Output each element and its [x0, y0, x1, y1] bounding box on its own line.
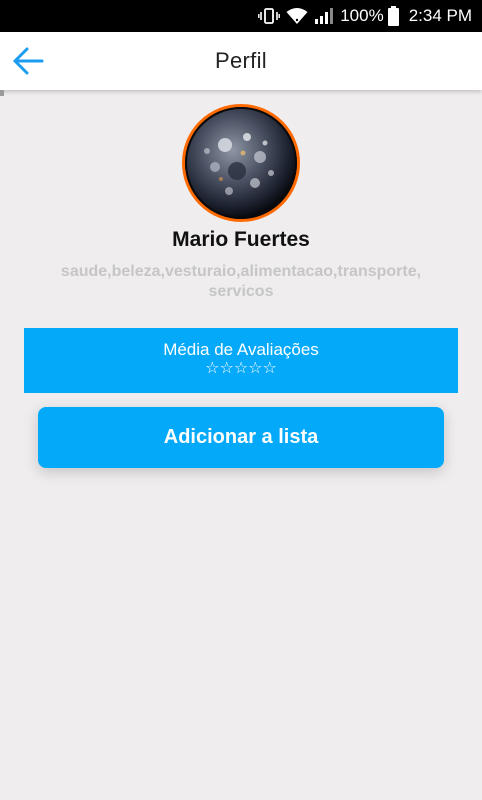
avatar[interactable]	[182, 104, 300, 222]
planet-avatar-image	[185, 107, 297, 219]
profile-name: Mario Fuertes	[172, 228, 310, 251]
vibrate-icon	[258, 7, 281, 25]
app-bar: Perfil	[0, 32, 482, 90]
battery-percent: 100%	[340, 6, 384, 25]
clock: 2:34 PM	[408, 6, 472, 25]
scroll-indicator	[0, 90, 4, 96]
rating-label: Média de Avaliações	[163, 340, 319, 359]
signal-icon	[314, 7, 334, 25]
rating-box: Média de Avaliações ☆☆☆☆☆	[24, 328, 458, 393]
status-bar: 100% 2:34 PM	[0, 0, 482, 32]
wifi-icon	[286, 7, 308, 25]
arrow-left-icon	[13, 47, 44, 75]
back-button[interactable]	[8, 41, 48, 81]
add-to-list-button[interactable]: Adicionar a lista	[38, 407, 444, 468]
rating-stars[interactable]: ☆☆☆☆☆	[24, 360, 458, 378]
battery-icon	[387, 6, 399, 26]
profile-categories: saude,beleza,vesturaio,alimentacao,trans…	[60, 263, 422, 300]
page-title: Perfil	[215, 48, 267, 73]
